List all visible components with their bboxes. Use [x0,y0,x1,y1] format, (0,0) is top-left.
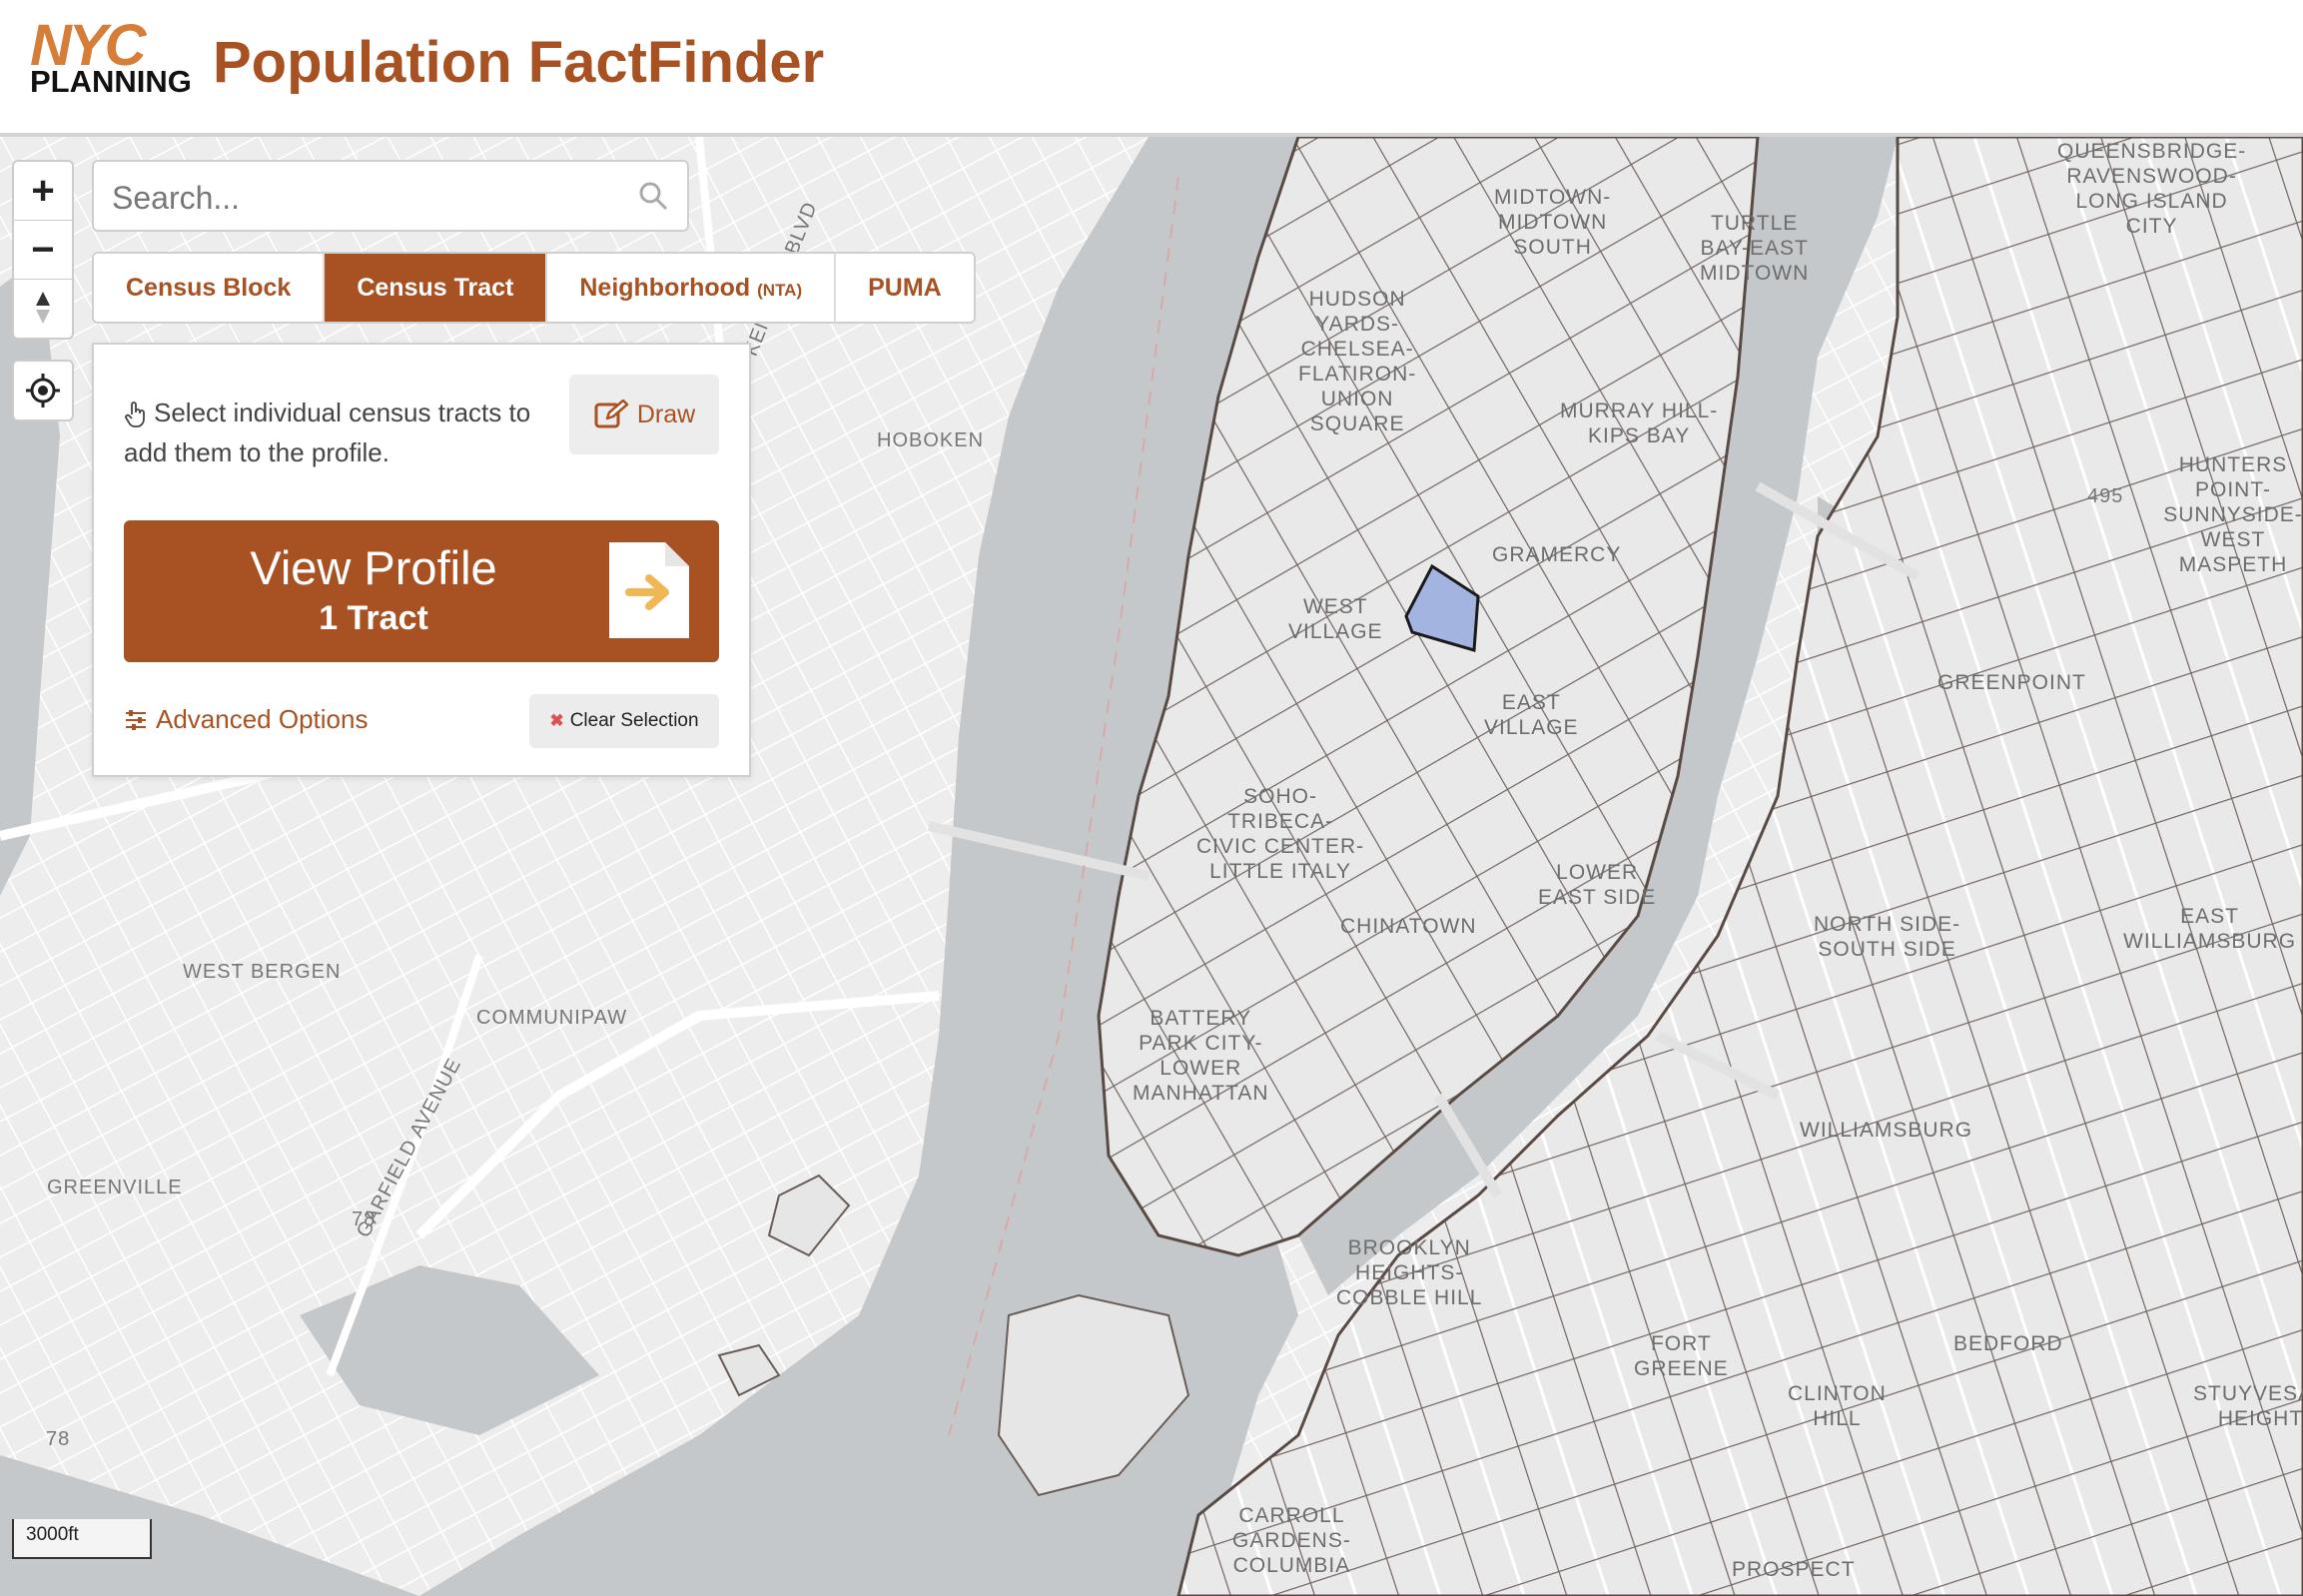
map-label-route-78b: 78 [46,1428,71,1450]
selection-panel: Select individual census tracts to add t… [92,343,751,777]
map-label-soho: SOHO- TRIBECA- CIVIC CENTER- LITTLE ITAL… [1196,785,1365,883]
close-icon: ✖ [549,711,564,730]
zoom-out-button[interactable]: − [14,221,72,280]
map-label-north-side: NORTH SIDE- SOUTH SIDE [1814,913,1961,961]
map-label-prospect: PROSPECT [1732,1558,1856,1581]
zoom-in-button[interactable]: + [14,162,72,221]
search-icon[interactable] [637,180,669,212]
map-label-stuyvesant: STUYVESANT HEIGHTS [2193,1382,2303,1430]
app-header: NYC PLANNING Population FactFinder [0,0,2303,137]
map-label-carroll-gardens: CARROLL GARDENS- COLUMBIA [1232,1504,1351,1577]
map-label-lower-east-side: LOWER EAST SIDE [1538,861,1657,909]
map-label-gramercy: GRAMERCY [1492,543,1622,566]
tab-suffix: (NTA) [757,281,803,300]
map-label-chinatown: CHINATOWN [1340,915,1477,938]
map-label-east-village: EAST VILLAGE [1484,691,1579,739]
draw-label: Draw [636,399,696,428]
map-label-hunters-point: HUNTERS POINT- SUNNYSIDE- WEST MASPETH [2163,453,2303,576]
tab-census-block[interactable]: Census Block [94,254,326,322]
map-label-bedford: BEDFORD [1953,1332,2063,1355]
map-label-route-495: 495 [2087,485,2124,507]
edit-icon [594,399,629,428]
compass-reset-button[interactable] [14,280,72,338]
geolocate-icon [26,374,60,407]
logo-planning-text: PLANNING [30,64,192,99]
search-box [92,160,689,232]
nyc-planning-logo[interactable]: NYC PLANNING [30,17,192,98]
geolocate-button[interactable] [12,360,74,421]
map-label-hoboken: HOBOKEN [877,429,985,451]
map-label-greenpoint: GREENPOINT [1937,671,2086,694]
app-title: Population FactFinder [213,30,825,95]
map-label-williamsburg: WILLIAMSBURG [1800,1119,1973,1142]
map-label-greenville: GREENVILLE [47,1177,183,1198]
clear-selection-label: Clear Selection [569,710,699,731]
view-profile-button[interactable]: View Profile 1 Tract [124,520,719,662]
tab-label: Neighborhood [579,274,751,302]
map-label-queensbridge: QUEENSBRIDGE- RAVENSWOOD- LONG ISLAND CI… [2057,140,2247,238]
geography-tabs: Census Block Census Tract Neighborhood (… [92,252,976,324]
map-label-battery-park: BATTERY PARK CITY- LOWER MANHATTAN [1133,1007,1269,1105]
map-label-route-78a: 78 [352,1208,377,1230]
selection-instructions: Select individual census tracts to add t… [124,393,553,472]
map-scale-bar: 3000ft [12,1519,152,1559]
tab-label: Census Block [126,274,292,302]
view-profile-title: View Profile [250,541,497,594]
map-label-communipaw: COMMUNIPAW [476,1007,628,1029]
pointer-hand-icon [125,401,145,428]
compass-icon [36,292,50,324]
selection-count: 1 Tract [319,599,428,637]
search-input[interactable] [110,172,613,224]
draw-button[interactable]: Draw [569,375,719,454]
sliders-icon [126,709,146,730]
instruction-text: Select individual census tracts to add t… [124,398,531,467]
tab-label: PUMA [868,274,942,302]
map-label-east-williamsburg: EAST WILLIAMSBURG [2123,905,2297,953]
tab-census-tract[interactable]: Census Tract [325,254,548,322]
clear-selection-button[interactable]: ✖ Clear Selection [529,694,719,748]
tab-puma[interactable]: PUMA [836,254,974,322]
tab-label: Census Tract [357,274,514,302]
map-navigation-control: + − [12,160,74,340]
map-label-west-bergen: WEST BERGEN [183,961,342,983]
document-arrow-icon [609,542,689,638]
map-label-brooklyn-heights: BROOKLYN HEIGHTS- COBBLE HILL [1336,1236,1483,1309]
map-label-fort-greene: FORT GREENE [1634,1332,1729,1380]
map-label-turtle-bay: TURTLE BAY-EAST MIDTOWN [1700,212,1810,285]
map-label-clinton-hill: CLINTON HILL [1788,1382,1887,1430]
map-label-midtown: MIDTOWN- MIDTOWN SOUTH [1494,186,1612,259]
map-label-hudson-yards: HUDSON YARDS- CHELSEA- FLATIRON- UNION S… [1298,288,1417,435]
map-label-west-village: WEST VILLAGE [1288,595,1383,643]
tab-neighborhood[interactable]: Neighborhood (NTA) [547,254,837,322]
advanced-options-label: Advanced Options [156,704,369,734]
advanced-options-toggle[interactable]: Advanced Options [124,704,368,735]
map-label-murray-hill: MURRAY HILL- KIPS BAY [1560,399,1719,447]
